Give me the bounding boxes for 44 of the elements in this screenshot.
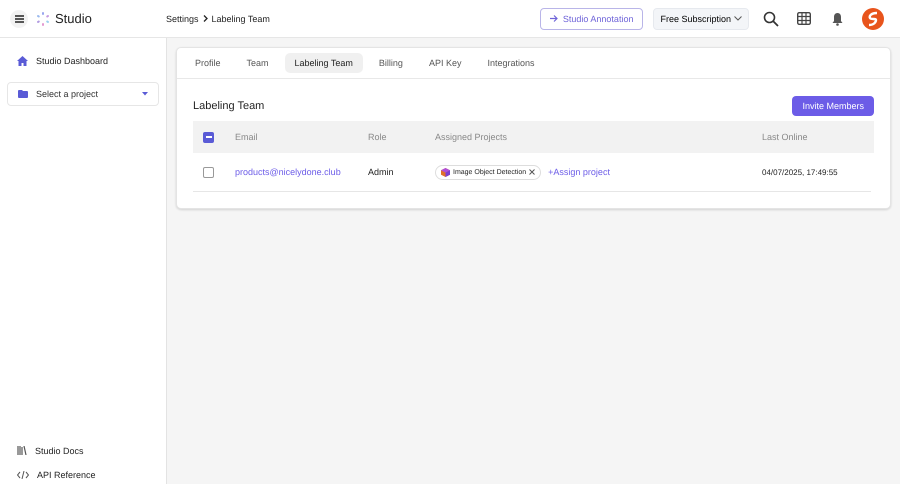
row-checkbox[interactable] — [203, 166, 214, 178]
column-header: Assigned Projects — [435, 132, 508, 142]
close-icon[interactable] — [529, 169, 536, 175]
settings-tab[interactable]: Team — [236, 53, 279, 73]
last-online-cell-text: 04/07/2025, 17:49:55 — [762, 168, 839, 176]
cube-icon — [441, 168, 450, 176]
arrow-right-icon — [550, 15, 558, 22]
breadcrumb-link[interactable]: Settings — [166, 14, 199, 24]
sidebar-item[interactable]: Studio Docs — [7, 444, 159, 457]
project-select[interactable]: Select a project — [7, 82, 159, 106]
select-all-checkbox[interactable] — [203, 132, 214, 142]
avatar-icon[interactable] — [862, 8, 884, 30]
sidebar-item[interactable]: Studio Dashboard — [7, 54, 159, 67]
chevron-right-icon — [202, 15, 208, 22]
invite-members-button[interactable]: Invite Members — [792, 96, 874, 116]
settings-tab[interactable]: Profile — [185, 53, 231, 73]
caret-down-icon — [142, 92, 148, 96]
settings-tab[interactable]: API Key — [418, 53, 472, 73]
app-name: Studio — [55, 11, 92, 26]
dotted-ring-logo-icon — [36, 12, 50, 26]
section-title: Labeling Team — [193, 100, 264, 112]
breadcrumb-current: Labeling Team — [212, 14, 270, 24]
role-cell-text: Admin — [368, 167, 395, 177]
bell-icon[interactable] — [831, 12, 844, 26]
studio-annotation-button[interactable]: Studio Annotation — [540, 8, 644, 30]
assign-project-link[interactable]: +Assign project — [548, 167, 610, 177]
settings-tab[interactable]: Billing — [368, 53, 413, 73]
column-header: Email — [235, 132, 259, 142]
grid-icon[interactable] — [797, 12, 811, 25]
subscription-dropdown[interactable]: Free Subscription — [653, 8, 749, 30]
code-icon — [17, 470, 29, 478]
menu-button[interactable] — [10, 10, 28, 28]
folder-icon — [18, 90, 28, 98]
chevron-down-icon — [734, 16, 742, 21]
email-link[interactable]: products@nicelydone.club — [235, 167, 368, 177]
column-header: Last Online — [762, 132, 809, 142]
settings-tab[interactable]: Labeling Team — [284, 53, 363, 73]
menu-icon — [14, 14, 24, 22]
settings-tab[interactable]: Integrations — [477, 53, 544, 73]
column-header: Role — [368, 132, 388, 142]
search-icon[interactable] — [763, 10, 779, 26]
home-icon — [17, 56, 28, 66]
books-icon — [17, 446, 27, 455]
sidebar-item[interactable]: API Reference — [7, 468, 159, 481]
